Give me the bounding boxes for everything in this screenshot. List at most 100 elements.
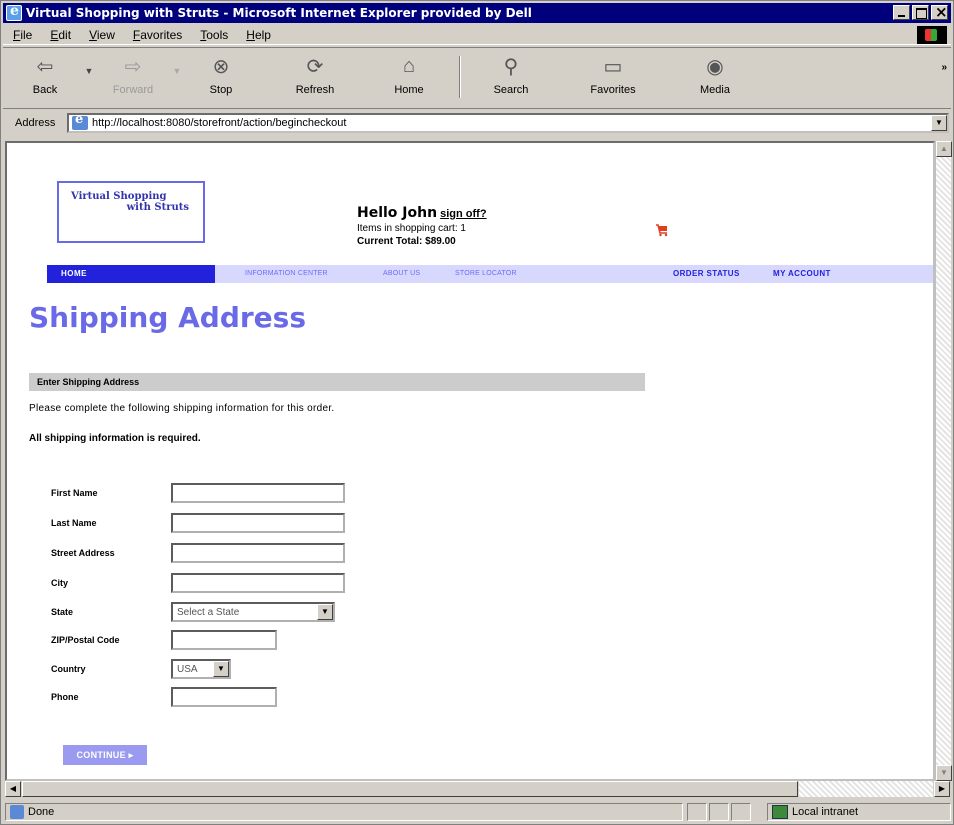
status-pane <box>709 803 729 821</box>
media-icon: ◉ <box>706 55 724 78</box>
back-arrow-icon: ⇦ <box>36 55 54 78</box>
vertical-scrollbar[interactable]: ▲ ▼ <box>935 141 952 781</box>
menu-tools[interactable]: Tools <box>200 28 228 42</box>
scroll-left-button[interactable]: ◀ <box>5 781 21 797</box>
last-name-row: Last Name <box>51 513 345 533</box>
refresh-button[interactable]: ⟳ Refresh <box>279 48 351 106</box>
home-button[interactable]: ⌂ Home <box>373 48 445 106</box>
nav-store-locator[interactable]: STORE LOCATOR <box>455 270 517 277</box>
status-main-pane: Done <box>5 803 683 821</box>
horizontal-scroll-track[interactable] <box>799 781 933 797</box>
first-name-row: First Name <box>51 483 345 503</box>
scroll-right-button[interactable]: ▶ <box>934 781 950 797</box>
chevron-down-icon[interactable]: ▼ <box>317 604 333 620</box>
forward-button[interactable]: ⇨ Forward <box>97 48 169 106</box>
nav-about-us[interactable]: ABOUT US <box>383 270 420 277</box>
horizontal-scrollbar[interactable]: ◀ ▶ <box>5 781 951 798</box>
address-bar: Address http://localhost:8080/storefront… <box>3 111 951 135</box>
total-label: Current Total: <box>357 236 423 247</box>
back-dropdown[interactable]: ▼ <box>81 48 97 76</box>
search-icon: ⚲ <box>503 55 519 78</box>
forward-label: Forward <box>112 84 154 96</box>
nav-home[interactable]: HOME <box>47 265 215 283</box>
sign-off-link[interactable]: sign off? <box>440 208 486 220</box>
phone-label: Phone <box>51 692 79 702</box>
user-greeting: Hello John sign off? Items in shopping c… <box>357 205 487 247</box>
menu-favorites[interactable]: Favorites <box>133 28 182 42</box>
cart-count-label: Items in shopping cart: <box>357 223 458 234</box>
windows-logo-icon <box>917 26 947 44</box>
phone-row: Phone <box>51 687 277 707</box>
address-url[interactable]: http://localhost:8080/storefront/action/… <box>92 117 346 129</box>
favorites-icon: ▭ <box>603 55 623 78</box>
city-row: City <box>51 573 345 593</box>
menu-bar: File Edit View Favorites Tools Help <box>3 25 951 45</box>
menu-view[interactable]: View <box>89 28 115 42</box>
security-zone: Local intranet <box>767 803 951 821</box>
state-selected-value: Select a State <box>177 606 240 618</box>
address-input[interactable]: http://localhost:8080/storefront/action/… <box>67 112 949 133</box>
toolbar-separator <box>459 56 461 98</box>
stop-label: Stop <box>209 84 233 96</box>
chevron-down-icon[interactable]: ▼ <box>213 661 229 677</box>
continue-button[interactable]: CONTINUE ▸ <box>63 745 147 765</box>
first-name-input[interactable] <box>171 483 345 503</box>
first-name-label: First Name <box>51 488 98 498</box>
country-selected-value: USA <box>177 663 198 675</box>
search-button[interactable]: ⚲ Search <box>475 48 547 106</box>
street-address-input[interactable] <box>171 543 345 563</box>
media-label: Media <box>700 84 730 96</box>
page-title: Shipping Address <box>29 301 306 334</box>
maximize-button[interactable] <box>912 5 929 20</box>
zip-label: ZIP/Postal Code <box>51 635 120 645</box>
country-label: Country <box>51 664 86 674</box>
address-dropdown[interactable]: ▼ <box>931 115 947 131</box>
back-button[interactable]: ⇦ Back <box>9 48 81 106</box>
site-navbar: HOME INFORMATION CENTER ABOUT US STORE L… <box>47 265 933 283</box>
phone-input[interactable] <box>171 687 277 707</box>
last-name-input[interactable] <box>171 513 345 533</box>
site-logo[interactable]: Virtual Shopping with Struts <box>57 181 205 243</box>
menu-file[interactable]: File <box>13 28 32 42</box>
nav-my-account[interactable]: MY ACCOUNT <box>773 269 831 278</box>
toolbar-chevron[interactable]: » <box>941 62 947 73</box>
status-pane <box>731 803 751 821</box>
forward-dropdown[interactable]: ▼ <box>169 48 185 76</box>
street-row: Street Address <box>51 543 345 563</box>
nav-order-status[interactable]: ORDER STATUS <box>673 269 740 278</box>
menu-edit[interactable]: Edit <box>50 28 71 42</box>
window-title: Virtual Shopping with Struts - Microsoft… <box>26 6 532 20</box>
media-button[interactable]: ◉ Media <box>679 48 751 106</box>
stop-button[interactable]: ⊗ Stop <box>185 48 257 106</box>
minimize-button[interactable] <box>893 5 910 20</box>
page-icon <box>72 112 88 130</box>
city-input[interactable] <box>171 573 345 593</box>
status-text: Done <box>28 806 55 818</box>
zip-input[interactable] <box>171 630 277 650</box>
refresh-label: Refresh <box>295 84 335 96</box>
intranet-zone-icon <box>772 805 788 819</box>
greeting-text: Hello John <box>357 205 438 221</box>
refresh-icon: ⟳ <box>306 55 324 78</box>
nav-information-center[interactable]: INFORMATION CENTER <box>245 270 328 277</box>
scroll-up-button[interactable]: ▲ <box>936 141 952 157</box>
status-pane <box>687 803 707 821</box>
state-select[interactable]: Select a State ▼ <box>171 602 335 622</box>
country-select[interactable]: USA ▼ <box>171 659 231 679</box>
country-row: Country USA ▼ <box>51 659 231 679</box>
zone-text: Local intranet <box>792 806 859 818</box>
close-button[interactable] <box>931 3 948 21</box>
total-value: $89.00 <box>425 236 456 247</box>
forward-arrow-icon: ⇨ <box>124 55 142 78</box>
toolbar: ⇦ Back ▼ ⇨ Forward ▼ ⊗ Stop ⟳ Refresh ⌂ … <box>3 47 951 109</box>
required-note: All shipping information is required. <box>29 433 201 444</box>
shopping-cart-icon[interactable] <box>655 223 669 237</box>
scroll-down-button[interactable]: ▼ <box>936 765 952 781</box>
state-row: State Select a State ▼ <box>51 602 335 622</box>
city-label: City <box>51 578 69 588</box>
section-header: Enter Shipping Address <box>29 373 645 391</box>
horizontal-scroll-thumb[interactable] <box>22 781 798 797</box>
search-label: Search <box>493 84 529 96</box>
favorites-button[interactable]: ▭ Favorites <box>577 48 649 106</box>
menu-help[interactable]: Help <box>246 28 271 42</box>
